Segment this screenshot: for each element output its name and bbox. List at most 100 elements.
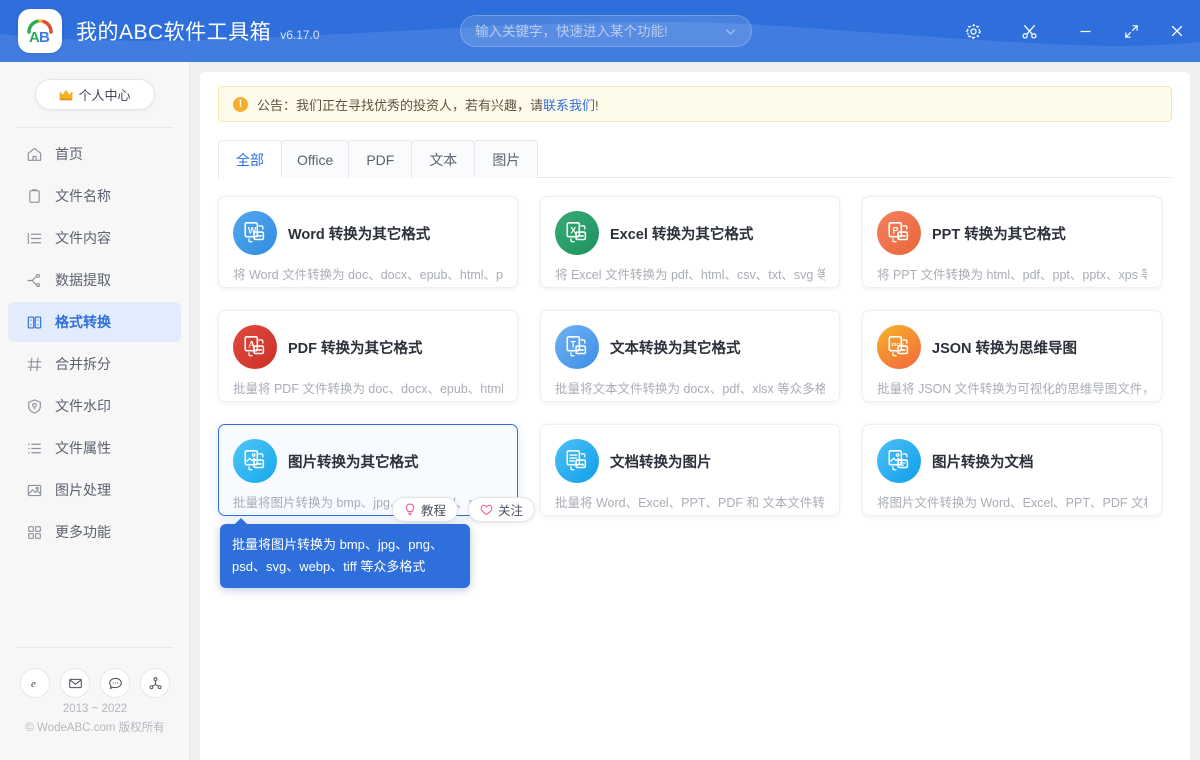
tab-image[interactable]: 图片 [474, 140, 538, 178]
ppt-convert-icon: P [877, 211, 921, 255]
svg-text:W: W [248, 225, 257, 235]
feature-card-json-mindmap[interactable]: JSON JSON 转换为思维导图 批量将 JSON 文件转换为可视化的思维导图… [862, 310, 1162, 402]
data-extract-icon [26, 272, 43, 289]
card-header: 文档转换为图片 [555, 439, 825, 483]
tab-pdf[interactable]: PDF [348, 140, 412, 178]
feature-card-image-to-doc[interactable]: 图片转换为文档 将图片文件转换为 Word、Excel、PPT、PDF 文档格 [862, 424, 1162, 516]
sidebar-label: 更多功能 [55, 522, 111, 542]
feature-card-excel-convert[interactable]: X Excel 转换为其它格式 将 Excel 文件转换为 pdf、html、c… [540, 196, 840, 288]
copyright-years: 2013 ~ 2022 [0, 700, 190, 719]
minimize-button[interactable] [1062, 7, 1108, 55]
file-name-icon [26, 188, 43, 205]
feature-card-word-convert[interactable]: W Word 转换为其它格式 将 Word 文件转换为 doc、docx、epu… [218, 196, 518, 288]
contact-us-link[interactable]: 联系我们 [543, 98, 595, 113]
chat-bubble-glyph [108, 676, 123, 691]
share-network-glyph [148, 676, 163, 691]
share-icon[interactable] [140, 668, 170, 698]
card-description: 批量将 PDF 文件转换为 doc、docx、epub、html、 [233, 378, 503, 397]
tutorial-button[interactable]: 教程 [392, 497, 458, 522]
card-title: PPT 转换为其它格式 [932, 223, 1066, 244]
screenshot-button[interactable] [1006, 7, 1052, 55]
excel-convert-icon: X [555, 211, 599, 255]
card-header: JSON JSON 转换为思维导图 [877, 325, 1147, 369]
minimize-icon [1077, 23, 1094, 40]
announcement-text: 公告：我们正在寻找优秀的投资人，若有兴趣，请联系我们! [257, 95, 599, 114]
card-title: 图片转换为其它格式 [288, 451, 419, 472]
copyright-owner: © WodeABC.com 版权所有 [0, 719, 190, 738]
exclamation-icon: ! [233, 97, 248, 112]
gear-icon [964, 22, 983, 41]
pdf-convert-icon: A [233, 325, 277, 369]
sidebar-label: 图片处理 [55, 480, 111, 500]
sidebar-item-data-extract[interactable]: 数据提取 [8, 260, 181, 300]
sidebar-label: 格式转换 [55, 312, 111, 332]
heart-icon [480, 504, 493, 516]
svg-text:B: B [39, 29, 50, 46]
sidebar-item-merge-split[interactable]: 合并拆分 [8, 344, 181, 384]
chat-icon[interactable] [100, 668, 130, 698]
category-tabs: 全部 Office PDF 文本 图片 [218, 140, 1172, 178]
abc-logo-icon: A B [24, 15, 56, 47]
feature-card-grid: W Word 转换为其它格式 将 Word 文件转换为 doc、docx、epu… [218, 196, 1172, 516]
file-property-icon [26, 440, 43, 457]
tutorial-label: 教程 [421, 500, 446, 519]
settings-button[interactable] [950, 7, 996, 55]
maximize-button[interactable] [1108, 7, 1154, 55]
card-description: 将 Word 文件转换为 doc、docx、epub、html、pd [233, 264, 503, 283]
card-header: W Word 转换为其它格式 [233, 211, 503, 255]
card-header: 图片转换为其它格式 [233, 439, 503, 483]
sidebar-label: 文件内容 [55, 228, 111, 248]
announcement-banner: ! 公告：我们正在寻找优秀的投资人，若有兴趣，请联系我们! [218, 86, 1172, 122]
tab-all[interactable]: 全部 [218, 140, 282, 178]
feature-card-pdf-convert[interactable]: A PDF 转换为其它格式 批量将 PDF 文件转换为 doc、docx、epu… [218, 310, 518, 402]
sidebar-item-home[interactable]: 首页 [8, 134, 181, 174]
announcement-text-main: 公告：我们正在寻找优秀的投资人，若有兴趣，请 [257, 98, 543, 113]
card-title: JSON 转换为思维导图 [932, 337, 1077, 358]
envelope-glyph [68, 676, 83, 691]
card-title: 文本转换为其它格式 [610, 337, 741, 358]
sidebar-item-file-property[interactable]: 文件属性 [8, 428, 181, 468]
sidebar-nav: 首页 文件名称 文件内容 [0, 134, 189, 552]
application-window: A B 我的ABC软件工具箱 v6.17.0 [0, 0, 1200, 760]
announcement-text-tail: ! [595, 98, 599, 113]
scissors-icon [1020, 22, 1039, 41]
card-title: 图片转换为文档 [932, 451, 1034, 472]
doc-to-image-icon [555, 439, 599, 483]
feature-card-ppt-convert[interactable]: P PPT 转换为其它格式 将 PPT 文件转换为 html、pdf、ppt、p… [862, 196, 1162, 288]
window-controls [950, 0, 1200, 62]
sidebar-label: 文件属性 [55, 438, 111, 458]
browser-icon[interactable]: e [20, 668, 50, 698]
card-description: 将 PPT 文件转换为 html、pdf、ppt、pptx、xps 等众 [877, 264, 1147, 283]
merge-split-icon [26, 356, 43, 373]
tab-text[interactable]: 文本 [411, 140, 475, 178]
card-description: 将 Excel 文件转换为 pdf、html、csv、txt、svg 等众 [555, 264, 825, 283]
follow-button[interactable]: 关注 [468, 497, 535, 522]
sidebar-label: 首页 [55, 144, 83, 164]
sidebar-label: 文件名称 [55, 186, 111, 206]
sidebar-item-file-name[interactable]: 文件名称 [8, 176, 181, 216]
sidebar-divider-top [17, 127, 173, 128]
sidebar-label: 合并拆分 [55, 354, 111, 374]
sidebar-item-format-convert[interactable]: 格式转换 [8, 302, 181, 342]
mail-icon[interactable] [60, 668, 90, 698]
sidebar-item-image-process[interactable]: 图片处理 [8, 470, 181, 510]
feature-card-text-convert[interactable]: T 文本转换为其它格式 批量将文本文件转换为 docx、pdf、xlsx 等众多… [540, 310, 840, 402]
search-input[interactable] [475, 24, 724, 39]
json-mindmap-icon: JSON [877, 325, 921, 369]
card-title: PDF 转换为其它格式 [288, 337, 423, 358]
sidebar-item-more-functions[interactable]: 更多功能 [8, 512, 181, 552]
social-links: e [0, 668, 190, 698]
personal-center-button[interactable]: 个人中心 [35, 79, 155, 110]
sidebar-item-file-content[interactable]: 文件内容 [8, 218, 181, 258]
card-title: 文档转换为图片 [610, 451, 712, 472]
sidebar-label: 文件水印 [55, 396, 111, 416]
tab-office[interactable]: Office [281, 140, 349, 178]
sidebar-item-watermark[interactable]: 文件水印 [8, 386, 181, 426]
feature-card-doc-to-image[interactable]: 文档转换为图片 批量将 Word、Excel、PPT、PDF 和 文本文件转换为 [540, 424, 840, 516]
search-box[interactable] [460, 15, 752, 47]
app-logo: A B [18, 9, 62, 53]
chevron-down-icon[interactable] [724, 25, 737, 38]
more-functions-icon [26, 524, 43, 541]
card-title: Word 转换为其它格式 [288, 223, 430, 244]
close-button[interactable] [1154, 7, 1200, 55]
